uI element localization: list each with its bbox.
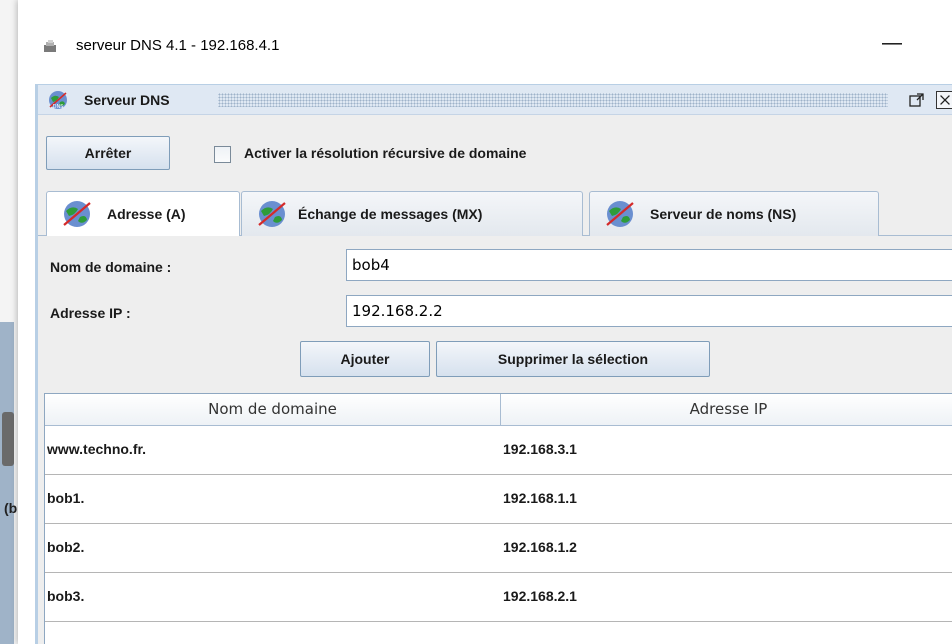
- column-header-domain[interactable]: Nom de domaine: [45, 394, 501, 426]
- app-window: serveur DNS 4.1 - 192.168.4.1 — DNS Serv…: [18, 0, 952, 644]
- tab-address-a[interactable]: Adresse (A): [46, 191, 240, 237]
- recursive-resolution-checkbox[interactable]: [214, 146, 231, 163]
- minimize-button[interactable]: —: [880, 30, 904, 56]
- dns-server-frame: DNS Serveur DNS Arrêter Activer la résol…: [35, 84, 952, 644]
- desktop-device-icon: [2, 412, 14, 466]
- window-titlebar[interactable]: serveur DNS 4.1 - 192.168.4.1 —: [18, 22, 952, 76]
- address-panel: Nom de domaine : bob4 Adresse IP : 192.1…: [38, 236, 952, 644]
- stop-button[interactable]: Arrêter: [46, 136, 170, 170]
- dns-globe-icon: [606, 201, 634, 227]
- tab-mx-label: Échange de messages (MX): [298, 206, 483, 222]
- column-header-ip[interactable]: Adresse IP: [501, 394, 952, 426]
- cell-domain: www.techno.fr.: [47, 441, 147, 457]
- dns-globe-icon: DNS: [49, 91, 67, 110]
- dns-globe-icon: [258, 201, 286, 227]
- dns-globe-icon: [63, 201, 91, 227]
- records-table: Nom de domaine Adresse IP www.techno.fr.…: [44, 393, 952, 644]
- desktop-area: [0, 322, 14, 644]
- table-row[interactable]: bob3. 192.168.2.1: [45, 573, 952, 622]
- desktop-background: (b: [0, 0, 18, 644]
- network-device-icon: [44, 40, 56, 52]
- cell-ip: 192.168.2.1: [503, 588, 577, 604]
- frame-titlebar[interactable]: DNS Serveur DNS: [38, 85, 952, 115]
- frame-title: Serveur DNS: [84, 92, 170, 108]
- table-row[interactable]: bob1. 192.168.1.1: [45, 475, 952, 524]
- desktop-label: (b: [4, 500, 18, 516]
- tab-ns[interactable]: Serveur de noms (NS): [589, 191, 879, 236]
- recursive-resolution-label: Activer la résolution récursive de domai…: [244, 145, 527, 161]
- ip-address-field[interactable]: 192.168.2.2: [346, 295, 952, 327]
- maximize-icon[interactable]: [908, 91, 926, 109]
- cell-domain: bob2.: [47, 539, 85, 555]
- titlebar-grip: [218, 93, 888, 107]
- svg-text:DNS: DNS: [53, 104, 64, 110]
- table-row[interactable]: www.techno.fr. 192.168.3.1: [45, 426, 952, 475]
- table-row[interactable]: bob2. 192.168.1.2: [45, 524, 952, 573]
- domain-name-label: Nom de domaine :: [50, 259, 172, 275]
- cell-ip: 192.168.1.1: [503, 490, 577, 506]
- cell-domain: bob3.: [47, 588, 85, 604]
- tab-ns-label: Serveur de noms (NS): [650, 206, 797, 222]
- window-title: serveur DNS 4.1 - 192.168.4.1: [76, 37, 280, 54]
- domain-name-field[interactable]: bob4: [346, 249, 952, 281]
- delete-selection-button[interactable]: Supprimer la sélection: [436, 341, 710, 377]
- cell-ip: 192.168.1.2: [503, 539, 577, 555]
- close-icon[interactable]: [936, 91, 952, 109]
- tab-mx[interactable]: Échange de messages (MX): [241, 191, 583, 236]
- cell-domain: bob1.: [47, 490, 85, 506]
- tab-address-a-label: Adresse (A): [107, 206, 186, 222]
- ip-address-label: Adresse IP :: [50, 305, 131, 321]
- add-button[interactable]: Ajouter: [300, 341, 430, 377]
- cell-ip: 192.168.3.1: [503, 441, 577, 457]
